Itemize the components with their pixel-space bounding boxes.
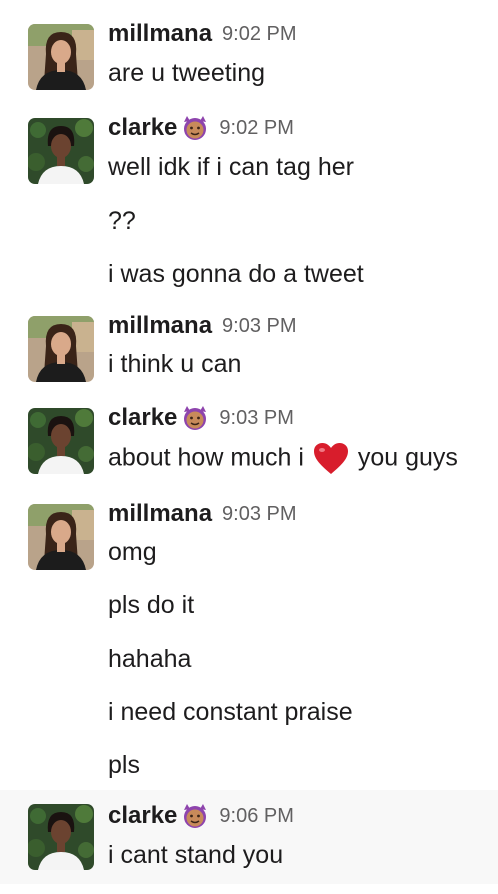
smiling-imp-icon bbox=[181, 114, 209, 142]
message-header: clarke 9:06 PM bbox=[108, 802, 294, 830]
message-header: millmana 9:02 PM bbox=[108, 20, 297, 48]
message-text: i was gonna do a tweet bbox=[108, 260, 364, 288]
smiling-imp-icon bbox=[181, 802, 209, 830]
username[interactable]: millmana bbox=[108, 20, 212, 47]
message-group: millmana 9:03 PM i think u can bbox=[0, 302, 498, 392]
message-group: millmana 9:02 PM are u tweeting bbox=[0, 10, 498, 102]
message-text-part: about how much i bbox=[108, 443, 304, 472]
message-text: hahaha bbox=[108, 645, 192, 673]
avatar[interactable] bbox=[28, 804, 94, 870]
timestamp[interactable]: 9:03 PM bbox=[222, 315, 296, 337]
message-text: well idk if i can tag her bbox=[108, 153, 354, 181]
avatar[interactable] bbox=[28, 24, 94, 90]
message-text: ?? bbox=[108, 207, 136, 235]
smiling-imp-icon bbox=[181, 404, 209, 432]
message-group: clarke 9:03 PM about how much i you guys bbox=[0, 392, 498, 490]
message-text: omg bbox=[108, 538, 157, 566]
message-text: i need constant praise bbox=[108, 698, 353, 726]
avatar[interactable] bbox=[28, 118, 94, 184]
avatar[interactable] bbox=[28, 316, 94, 382]
message-text: pls bbox=[108, 751, 140, 779]
message-text: i cant stand you bbox=[108, 841, 284, 869]
timestamp[interactable]: 9:03 PM bbox=[219, 407, 293, 429]
message-text: about how much i you guys bbox=[108, 442, 458, 476]
message-text: are u tweeting bbox=[108, 59, 266, 87]
timestamp[interactable]: 9:03 PM bbox=[222, 503, 296, 525]
timestamp[interactable]: 9:06 PM bbox=[219, 805, 293, 827]
username[interactable]: clarke bbox=[108, 404, 177, 431]
username[interactable]: millmana bbox=[108, 500, 212, 527]
message-header: clarke 9:02 PM bbox=[108, 114, 294, 142]
avatar[interactable] bbox=[28, 408, 94, 474]
avatar[interactable] bbox=[28, 504, 94, 570]
message-text-part: you guys bbox=[357, 443, 458, 472]
message-header: millmana 9:03 PM bbox=[108, 312, 297, 340]
message-group: clarke 9:02 PM well idk if i can tag her… bbox=[0, 102, 498, 302]
message-header: clarke 9:03 PM bbox=[108, 404, 294, 432]
timestamp[interactable]: 9:02 PM bbox=[222, 23, 296, 45]
message-header: millmana 9:03 PM bbox=[108, 500, 297, 528]
chat-messages: millmana 9:02 PM are u tweeting clarke 9… bbox=[0, 0, 498, 894]
heart-icon[interactable] bbox=[313, 442, 349, 476]
message-text: pls do it bbox=[108, 591, 195, 619]
username[interactable]: clarke bbox=[108, 802, 177, 829]
username[interactable]: millmana bbox=[108, 312, 212, 339]
message-group-hovered: clarke 9:06 PM i cant stand you bbox=[0, 790, 498, 884]
message-text: i think u can bbox=[108, 350, 242, 378]
message-group: millmana 9:03 PM omg pls do it hahaha i n… bbox=[0, 490, 498, 790]
timestamp[interactable]: 9:02 PM bbox=[219, 117, 293, 139]
username[interactable]: clarke bbox=[108, 114, 177, 141]
